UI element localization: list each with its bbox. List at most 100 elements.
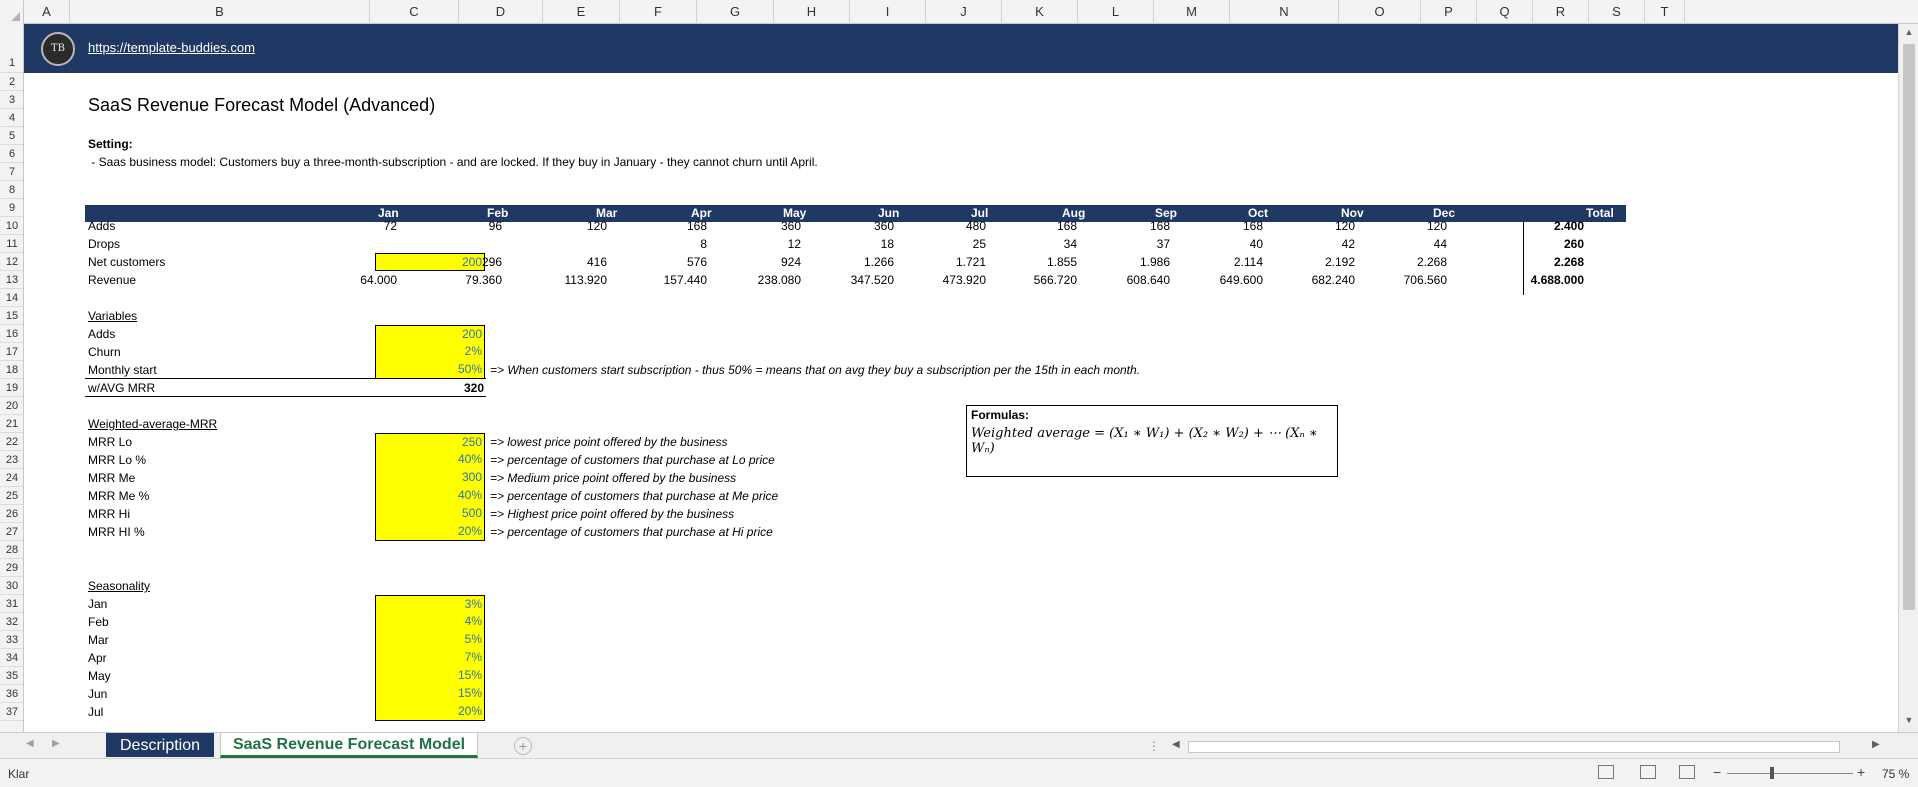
row-header-28[interactable]: 28 bbox=[0, 541, 23, 559]
value-cell[interactable]: 1.855 bbox=[997, 255, 1077, 269]
seasonality-input[interactable]: 7% bbox=[375, 649, 485, 667]
row-header-17[interactable]: 17 bbox=[0, 343, 23, 361]
value-cell[interactable]: 566.720 bbox=[997, 273, 1077, 287]
variables-input[interactable]: 50% bbox=[375, 361, 485, 379]
zoom-slider[interactable] bbox=[1727, 773, 1853, 774]
seasonality-input[interactable]: 5% bbox=[375, 631, 485, 649]
value-cell[interactable]: 682.240 bbox=[1275, 273, 1355, 287]
row-header-15[interactable]: 15 bbox=[0, 307, 23, 325]
row-header-1[interactable]: 1 bbox=[0, 24, 23, 73]
select-all-corner[interactable] bbox=[0, 0, 24, 24]
column-header-d[interactable]: D bbox=[459, 0, 543, 24]
row-header-23[interactable]: 23 bbox=[0, 451, 23, 469]
row-header-26[interactable]: 26 bbox=[0, 505, 23, 523]
worksheet-grid[interactable]: TB https://template-buddies.com SaaS Rev… bbox=[24, 24, 1898, 732]
website-link[interactable]: https://template-buddies.com bbox=[88, 40, 255, 55]
column-header-m[interactable]: M bbox=[1154, 0, 1230, 24]
tab-prev-icon[interactable]: ◀ bbox=[26, 738, 34, 749]
page-layout-icon[interactable] bbox=[1640, 765, 1656, 779]
row-header-25[interactable]: 25 bbox=[0, 487, 23, 505]
value-cell[interactable]: 168 bbox=[627, 219, 707, 233]
column-header-p[interactable]: P bbox=[1421, 0, 1477, 24]
horizontal-scroll-thumb[interactable] bbox=[1188, 741, 1840, 753]
value-cell[interactable]: 37 bbox=[1090, 237, 1170, 251]
zoom-in-button[interactable]: + bbox=[1857, 764, 1865, 780]
row-header-21[interactable]: 21 bbox=[0, 415, 23, 433]
value-cell[interactable]: 480 bbox=[906, 219, 986, 233]
column-header-f[interactable]: F bbox=[620, 0, 697, 24]
wamrr-input[interactable]: 20% bbox=[375, 523, 485, 541]
row-header-36[interactable]: 36 bbox=[0, 685, 23, 703]
value-cell[interactable]: 44 bbox=[1367, 237, 1447, 251]
row-header-35[interactable]: 35 bbox=[0, 667, 23, 685]
row-header-6[interactable]: 6 bbox=[0, 145, 23, 163]
row-header-2[interactable]: 2 bbox=[0, 73, 23, 91]
row-header-13[interactable]: 13 bbox=[0, 271, 23, 289]
value-cell[interactable]: 576 bbox=[627, 255, 707, 269]
column-header-e[interactable]: E bbox=[543, 0, 620, 24]
row-header-11[interactable]: 11 bbox=[0, 235, 23, 253]
value-cell[interactable]: 72 bbox=[317, 219, 397, 233]
total-cell[interactable]: 4.688.000 bbox=[1504, 273, 1584, 287]
column-header-j[interactable]: J bbox=[926, 0, 1002, 24]
value-cell[interactable]: 168 bbox=[1183, 219, 1263, 233]
column-header-b[interactable]: B bbox=[70, 0, 370, 24]
value-cell[interactable]: 34 bbox=[997, 237, 1077, 251]
vertical-scrollbar[interactable]: ▲ ▼ bbox=[1898, 24, 1918, 732]
value-cell[interactable]: 168 bbox=[997, 219, 1077, 233]
zoom-slider-thumb[interactable] bbox=[1770, 767, 1774, 779]
normal-view-icon[interactable] bbox=[1598, 765, 1614, 779]
scroll-right-icon[interactable]: ▶ bbox=[1872, 739, 1880, 750]
value-cell[interactable]: 42 bbox=[1275, 237, 1355, 251]
column-header-a[interactable]: A bbox=[24, 0, 70, 24]
value-cell[interactable]: 473.920 bbox=[906, 273, 986, 287]
value-cell[interactable]: 608.640 bbox=[1090, 273, 1170, 287]
wamrr-input[interactable]: 40% bbox=[375, 487, 485, 505]
seasonality-input[interactable]: 20% bbox=[375, 703, 485, 721]
value-cell[interactable]: 79.360 bbox=[422, 273, 502, 287]
column-header-n[interactable]: N bbox=[1230, 0, 1339, 24]
row-header-7[interactable]: 7 bbox=[0, 163, 23, 181]
row-header-8[interactable]: 8 bbox=[0, 181, 23, 199]
split-handle-icon[interactable]: ⋮ bbox=[1148, 739, 1160, 753]
value-cell[interactable]: 1.266 bbox=[814, 255, 894, 269]
column-header-l[interactable]: L bbox=[1078, 0, 1154, 24]
row-header-31[interactable]: 31 bbox=[0, 595, 23, 613]
row-header-10[interactable]: 10 bbox=[0, 217, 23, 235]
row-header-22[interactable]: 22 bbox=[0, 433, 23, 451]
row-header-19[interactable]: 19 bbox=[0, 379, 23, 397]
horizontal-scrollbar[interactable]: ◀ ▶ bbox=[1168, 737, 1886, 755]
seasonality-input[interactable]: 3% bbox=[375, 595, 485, 613]
value-cell[interactable]: 25 bbox=[906, 237, 986, 251]
value-cell[interactable]: 18 bbox=[814, 237, 894, 251]
tab-next-icon[interactable]: ▶ bbox=[52, 738, 60, 749]
row-header-29[interactable]: 29 bbox=[0, 559, 23, 577]
value-cell[interactable]: 113.920 bbox=[527, 273, 608, 287]
row-header-32[interactable]: 32 bbox=[0, 613, 23, 631]
value-cell[interactable]: 2.268 bbox=[1367, 255, 1447, 269]
row-header-30[interactable]: 30 bbox=[0, 577, 23, 595]
row-header-34[interactable]: 34 bbox=[0, 649, 23, 667]
zoom-level[interactable]: 75 % bbox=[1882, 767, 1909, 781]
column-header-g[interactable]: G bbox=[697, 0, 774, 24]
row-header-37[interactable]: 37 bbox=[0, 703, 23, 721]
value-cell[interactable]: 8 bbox=[627, 237, 707, 251]
value-cell[interactable]: 296 bbox=[422, 255, 502, 269]
row-header-4[interactable]: 4 bbox=[0, 109, 23, 127]
scroll-up-icon[interactable]: ▲ bbox=[1903, 26, 1915, 38]
scroll-down-icon[interactable]: ▼ bbox=[1903, 714, 1915, 726]
value-cell[interactable]: 96 bbox=[422, 219, 502, 233]
value-cell[interactable]: 360 bbox=[814, 219, 894, 233]
value-cell[interactable]: 120 bbox=[527, 219, 607, 233]
row-header-12[interactable]: 12 bbox=[0, 253, 23, 271]
value-cell[interactable]: 649.600 bbox=[1183, 273, 1263, 287]
page-break-preview-icon[interactable] bbox=[1679, 765, 1695, 779]
column-header-t[interactable]: T bbox=[1645, 0, 1685, 24]
value-cell[interactable]: 168 bbox=[1090, 219, 1170, 233]
column-header-c[interactable]: C bbox=[370, 0, 459, 24]
tab-description[interactable]: Description bbox=[106, 733, 214, 757]
zoom-out-button[interactable]: − bbox=[1713, 764, 1721, 780]
seasonality-input[interactable]: 4% bbox=[375, 613, 485, 631]
vertical-scroll-thumb[interactable] bbox=[1903, 44, 1915, 610]
value-cell[interactable]: 40 bbox=[1183, 237, 1263, 251]
